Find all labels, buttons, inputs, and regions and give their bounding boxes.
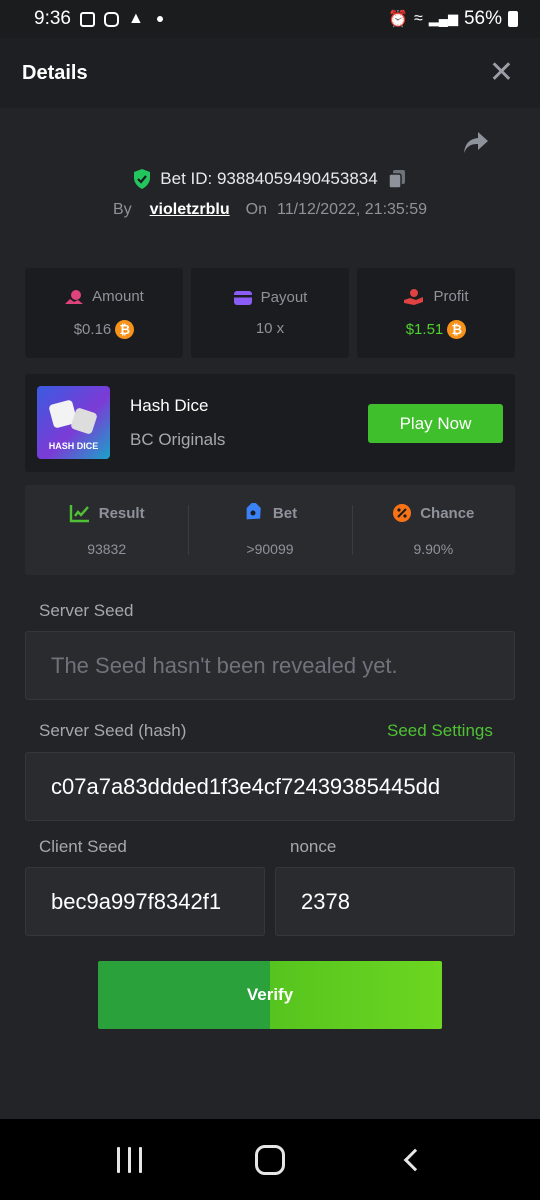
profit-value: $1.51 (405, 320, 444, 338)
nonce-field[interactable]: 2378 (275, 867, 515, 936)
verify-button[interactable]: Verify (98, 961, 442, 1029)
result-label: Result (98, 504, 145, 522)
battery-icon (508, 11, 518, 27)
server-seed-hash-field[interactable]: c07a7a83ddded1f3e4cf72439385445dd (25, 752, 515, 821)
game-thumbnail-label: HASH DICE (48, 441, 99, 451)
bet-byline: By violetzrblu On 11/12/2022, 21:35:59 (0, 201, 540, 219)
amount-label: Amount (92, 288, 144, 305)
client-seed-label: Client Seed (39, 837, 127, 856)
percent-icon (393, 504, 412, 522)
chance-value: 9.90% (413, 541, 454, 557)
client-seed-field[interactable]: bec9a997f8342f1 (25, 867, 265, 936)
close-icon[interactable]: ✕ (489, 58, 514, 88)
nonce-label: nonce (290, 837, 337, 856)
details-header: Details ✕ (0, 38, 540, 108)
amount-value: $0.16 (73, 320, 112, 338)
on-label: On (245, 201, 267, 218)
alarm-icon: ⏰ (388, 11, 408, 28)
chance-cell: Chance 9.90% (351, 485, 515, 575)
home-icon[interactable] (255, 1144, 286, 1175)
instagram-icon (103, 11, 119, 27)
seed-settings-link[interactable]: Seed Settings (387, 721, 493, 741)
signal-icon: ▂▄▆ (428, 11, 458, 26)
username-link[interactable]: violetzrblu (150, 201, 230, 219)
wallet-icon (233, 290, 252, 305)
recents-icon[interactable] (116, 1146, 142, 1173)
bet-date: 11/12/2022, 21:35:59 (276, 201, 428, 218)
game-thumbnail[interactable]: HASH DICE (37, 386, 110, 459)
bet-id-row: Bet ID: 93884059490453834 (0, 168, 540, 190)
battery-percent: 56% (463, 8, 502, 29)
tag-icon (246, 503, 261, 520)
profit-label: Profit (433, 288, 469, 305)
result-cell: Result 93832 (25, 485, 188, 575)
bitcoin-icon: ₿ (447, 319, 467, 339)
chance-label: Chance (420, 504, 475, 522)
wifi-icon: ≈ (413, 10, 423, 27)
server-seed-field[interactable]: The Seed hasn't been revealed yet. (25, 631, 515, 700)
copy-icon[interactable] (386, 168, 408, 190)
coins-icon (65, 289, 84, 304)
payout-value: 10 x (255, 320, 285, 337)
bet-cell: Bet >90099 (188, 485, 351, 575)
amount-card: Amount $0.16 ₿ (25, 268, 183, 358)
bet-value: >90099 (246, 541, 294, 557)
bet-results: Result 93832 Bet >90099 Chance 9.90% (25, 485, 515, 575)
game-name: Hash Dice (130, 396, 209, 415)
by-label: By (112, 201, 132, 218)
server-seed-label: Server Seed (39, 601, 134, 620)
shield-check-icon (134, 169, 151, 189)
game-provider: BC Originals (130, 430, 226, 449)
chart-check-icon (69, 505, 89, 523)
bet-stats: Amount $0.16 ₿ Payout 10 x Profit $1.51 … (25, 268, 515, 358)
game-row: HASH DICE Hash Dice BC Originals Play No… (25, 374, 515, 472)
share-icon[interactable] (462, 130, 490, 156)
bell-icon: ▲ (127, 10, 144, 27)
notification-dot-icon (156, 16, 163, 22)
system-nav-bar (0, 1119, 540, 1200)
bet-id: Bet ID: 93884059490453834 (160, 169, 378, 188)
bitcoin-icon: ₿ (115, 319, 135, 339)
gallery-icon (79, 11, 95, 27)
hand-coin-icon (404, 288, 424, 305)
payout-card: Payout 10 x (191, 268, 349, 358)
server-seed-hash-label: Server Seed (hash) (39, 721, 187, 740)
bet-label: Bet (272, 504, 298, 522)
page-title: Details (22, 61, 88, 84)
status-time: 9:36 (34, 8, 71, 29)
play-now-button[interactable]: Play Now (368, 404, 503, 443)
result-value: 93832 (87, 541, 127, 557)
status-bar: 9:36 ▲ ⏰ ≈ ▂▄▆ 56% (0, 0, 540, 38)
profit-card: Profit $1.51 ₿ (357, 268, 515, 358)
back-icon[interactable] (403, 1148, 427, 1171)
payout-label: Payout (260, 289, 308, 306)
